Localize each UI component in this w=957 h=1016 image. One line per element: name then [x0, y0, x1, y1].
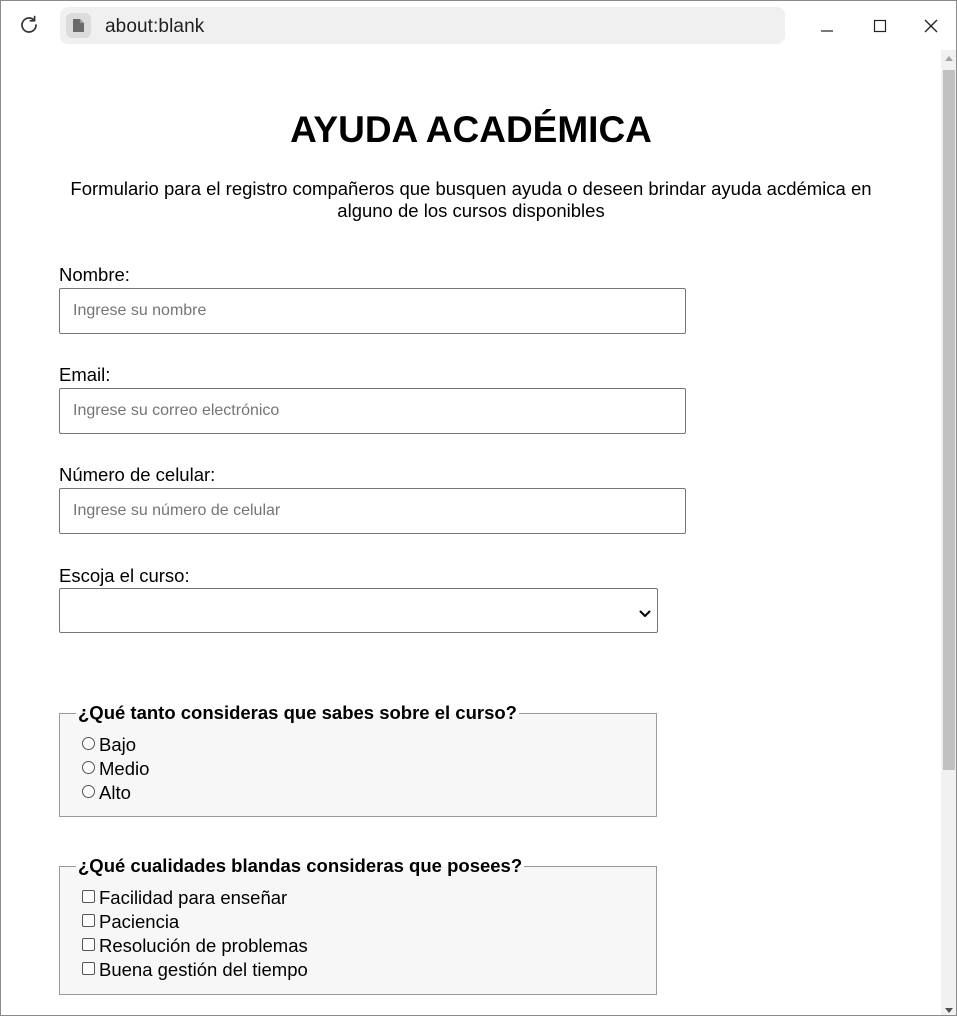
option-label: Bajo	[99, 734, 137, 755]
skill-option-ensenar[interactable]: Facilidad para enseñar	[82, 887, 287, 909]
scroll-down-icon[interactable]	[945, 1008, 953, 1013]
email-label: Email:	[59, 364, 111, 385]
soft-skills-legend: ¿Qué cualidades blandas consideras que p…	[76, 855, 525, 877]
phone-label: Número de celular:	[59, 464, 216, 485]
chevron-down-icon	[639, 605, 651, 623]
reload-icon[interactable]	[17, 13, 41, 37]
close-icon[interactable]	[916, 11, 946, 41]
skill-option-paciencia[interactable]: Paciencia	[82, 911, 179, 933]
page-subtitle: Formulario para el registro compañeros q…	[70, 178, 872, 221]
page-title: AYUDA ACADÉMICA	[290, 109, 652, 150]
knowledge-option-bajo[interactable]: Bajo	[82, 734, 136, 756]
browser-toolbar: about:blank	[1, 1, 956, 50]
skill-option-tiempo[interactable]: Buena gestión del tiempo	[82, 959, 308, 981]
phone-input[interactable]	[59, 488, 686, 534]
email-input[interactable]	[59, 388, 686, 434]
radio-button[interactable]	[82, 784, 95, 798]
option-label: Resolución de problemas	[99, 935, 308, 956]
option-label: Facilidad para enseñar	[99, 887, 288, 908]
browser-window: about:blank AYUDA ACADÉMICA Formulario p…	[0, 0, 957, 1016]
maximize-icon[interactable]	[865, 11, 895, 41]
course-select[interactable]	[59, 588, 658, 633]
skill-option-resolucion[interactable]: Resolución de problemas	[82, 935, 308, 957]
option-label: Medio	[99, 758, 150, 779]
scroll-thumb[interactable]	[943, 70, 955, 770]
page-icon	[66, 13, 91, 38]
radio-button[interactable]	[82, 760, 95, 774]
course-label: Escoja el curso:	[59, 565, 190, 586]
minimize-icon[interactable]	[812, 11, 842, 41]
checkbox[interactable]	[82, 961, 95, 975]
checkbox[interactable]	[82, 937, 95, 951]
address-url[interactable]: about:blank	[105, 16, 204, 38]
checkbox[interactable]	[82, 913, 95, 927]
knowledge-option-medio[interactable]: Medio	[82, 758, 149, 780]
knowledge-legend: ¿Qué tanto consideras que sabes sobre el…	[76, 702, 519, 724]
radio-button[interactable]	[82, 736, 95, 750]
vertical-scrollbar[interactable]	[941, 50, 956, 1015]
name-label: Nombre:	[59, 264, 130, 285]
option-label: Paciencia	[99, 911, 180, 932]
soft-skills-fieldset: ¿Qué cualidades blandas consideras que p…	[59, 855, 657, 995]
knowledge-fieldset: ¿Qué tanto consideras que sabes sobre el…	[59, 702, 657, 817]
page-viewport: AYUDA ACADÉMICA Formulario para el regis…	[1, 50, 941, 1015]
checkbox[interactable]	[82, 889, 95, 903]
knowledge-option-alto[interactable]: Alto	[82, 782, 131, 804]
option-label: Alto	[99, 782, 131, 803]
option-label: Buena gestión del tiempo	[99, 959, 308, 980]
address-bar[interactable]: about:blank	[60, 7, 785, 44]
scroll-up-icon[interactable]	[945, 56, 953, 61]
name-input[interactable]	[59, 288, 686, 334]
